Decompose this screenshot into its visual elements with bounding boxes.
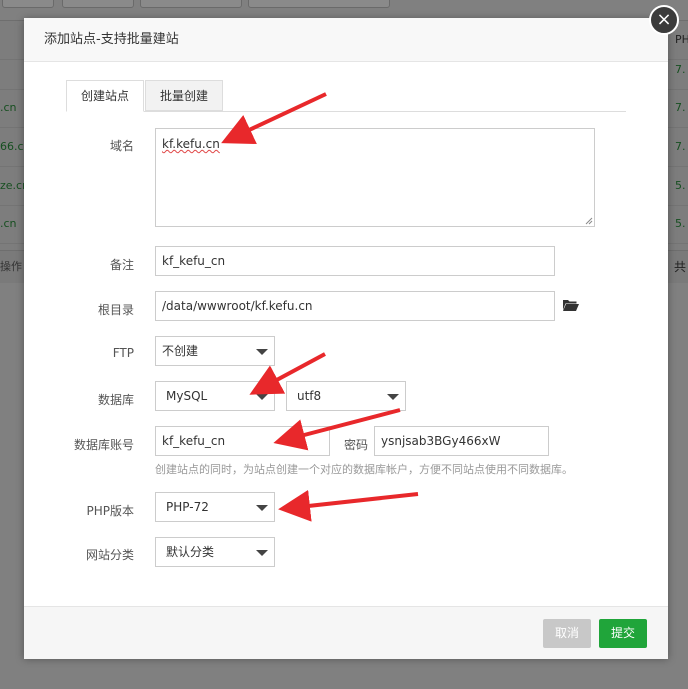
chevron-down-icon [256,550,268,556]
database-type-select[interactable]: MySQL [155,381,275,411]
chevron-down-icon [387,394,399,400]
database-label: 数据库 [97,393,134,407]
site-category-value: 默认分类 [166,545,215,559]
charset-value: utf8 [297,389,322,403]
tab-bar: 创建站点 批量创建 [66,80,626,112]
password-label: 密码 [343,438,368,452]
domain-textarea[interactable]: kf.kefu.cn [155,128,595,227]
domain-label: 域名 [109,139,134,153]
php-cell: 5. [675,179,686,192]
ftp-select[interactable]: 不创建 [155,336,275,366]
db-password-input[interactable]: ysnjsab3BGy466xW [374,426,549,456]
ftp-label: FTP [112,346,134,360]
background-button [62,0,134,8]
resize-handle-icon[interactable] [585,217,593,225]
php-cell: 7. [675,140,686,153]
chevron-down-icon [256,505,268,511]
tab-batch-create[interactable]: 批量创建 [145,80,224,111]
php-cell: 7. [675,63,686,76]
site-category-label: 网站分类 [85,548,134,562]
php-version-select[interactable]: PHP-72 [155,492,275,522]
background-button [140,0,242,8]
close-icon[interactable]: × [649,5,679,35]
php-version-label: PHP版本 [86,504,135,518]
chevron-down-icon [256,349,268,355]
database-type-value: MySQL [166,389,208,403]
cancel-button[interactable]: 取消 [543,619,591,648]
remark-input[interactable]: kf_kefu_cn [155,246,555,276]
remark-label: 备注 [109,258,134,272]
chevron-down-icon [256,394,268,400]
submit-button[interactable]: 提交 [599,619,647,648]
background-button [248,0,390,8]
dialog-title: 添加站点-支持批量建站 [24,18,668,62]
add-site-dialog: 添加站点-支持批量建站 创建站点 批量创建 域名 kf.kefu.cn 备注 k… [24,18,668,659]
php-cell: 5. [675,217,686,230]
db-account-label: 数据库账号 [73,438,134,452]
site-category-select[interactable]: 默认分类 [155,537,275,567]
root-dir-input[interactable]: /data/wwwroot/kf.kefu.cn [155,291,555,321]
db-hint-text: 创建站点的同时，为站点创建一个对应的数据库帐户，方便不同站点使用不同数据库。 [155,463,573,476]
site-name-cell: .cn [0,101,17,114]
background-toolbar [0,0,688,10]
domain-value: kf.kefu.cn [162,137,220,151]
php-cell: 7. [675,101,686,114]
site-name-cell: .cn [0,217,17,230]
footer-total-label: 共 [674,260,687,274]
footer-action-label: 操作 [0,260,22,273]
php-version-value: PHP-72 [166,500,209,514]
background-button [2,0,54,8]
charset-select[interactable]: utf8 [286,381,406,411]
tab-create-site[interactable]: 创建站点 [66,80,145,112]
folder-open-icon[interactable] [563,299,579,311]
root-dir-label: 根目录 [97,303,134,317]
ftp-select-value: 不创建 [162,344,199,358]
